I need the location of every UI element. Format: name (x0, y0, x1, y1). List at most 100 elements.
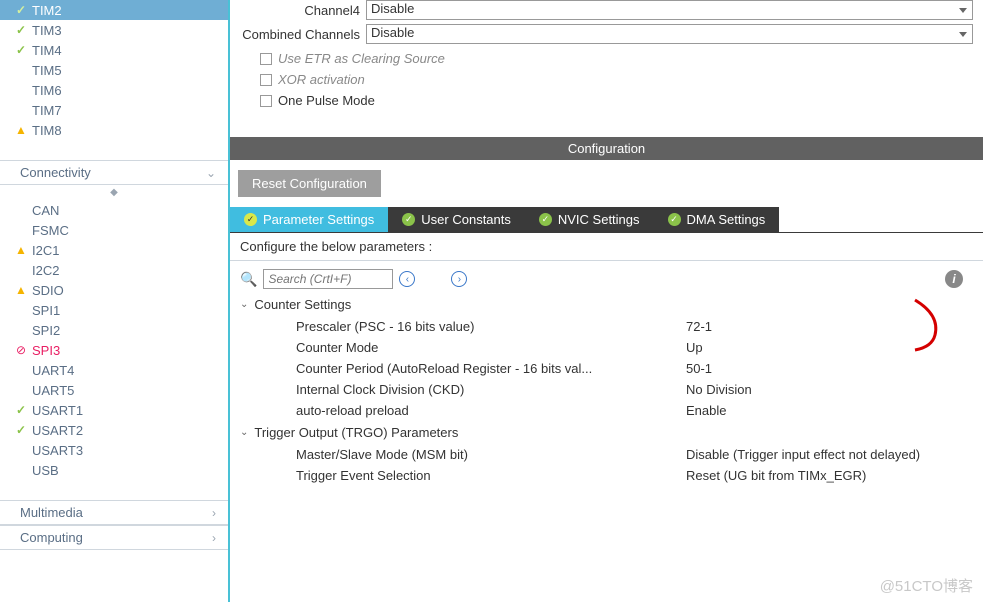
warn-icon: ▲ (14, 123, 28, 137)
tree-item-tim2[interactable]: ✓TIM2 (0, 0, 228, 20)
param-row[interactable]: Counter Period (AutoReload Register - 16… (240, 358, 973, 379)
tab-nvic-settings[interactable]: ✓NVIC Settings (525, 207, 654, 232)
chevron-down-icon: ⌄ (240, 427, 248, 438)
tree-item-usb[interactable]: USB (0, 460, 228, 480)
tree-item-can[interactable]: CAN (0, 200, 228, 220)
configure-hint: Configure the below parameters : (230, 233, 983, 261)
checkbox-icon[interactable] (260, 74, 272, 86)
tree-label: SDIO (32, 283, 64, 298)
tab-user-constants[interactable]: ✓User Constants (388, 207, 525, 232)
param-row[interactable]: Prescaler (PSC - 16 bits value)72-1 (240, 316, 973, 337)
tree-item-tim5[interactable]: TIM5 (0, 60, 228, 80)
sort-icon[interactable]: ◆ (0, 185, 228, 200)
tree-label: SPI2 (32, 323, 60, 338)
tree-label: USART1 (32, 403, 83, 418)
configuration-header: Configuration (230, 137, 983, 160)
tree-label: SPI3 (32, 343, 60, 358)
tree-label: TIM7 (32, 103, 62, 118)
checkbox-icon[interactable] (260, 95, 272, 107)
tree-item-sdio[interactable]: ▲ SDIO (0, 280, 228, 300)
param-value: Up (686, 340, 703, 355)
reset-configuration-button[interactable]: Reset Configuration (238, 170, 381, 197)
combined-select[interactable]: Disable (366, 24, 973, 44)
section-label: Multimedia (20, 505, 83, 520)
tree-label: SPI1 (32, 303, 60, 318)
group-counter-settings[interactable]: ⌄Counter Settings (240, 293, 973, 316)
tree-item-tim6[interactable]: TIM6 (0, 80, 228, 100)
tree-item-i2c1[interactable]: ▲I2C1 (0, 240, 228, 260)
tree-label: USART2 (32, 423, 83, 438)
param-name: Internal Clock Division (CKD) (296, 382, 686, 397)
info-icon[interactable]: i (945, 270, 963, 288)
mode-config-form: Channel4 Disable Combined Channels Disab… (230, 0, 983, 117)
tree-label: TIM8 (32, 123, 62, 138)
tree-item-uart4[interactable]: UART4 (0, 360, 228, 380)
tree-item-usart1[interactable]: ✓ USART1 (0, 400, 228, 420)
etr-label: Use ETR as Clearing Source (278, 51, 445, 66)
tree-item-uart5[interactable]: UART5 (0, 380, 228, 400)
tree-label: TIM3 (32, 23, 62, 38)
tree-label: UART5 (32, 383, 74, 398)
next-result-icon[interactable]: › (451, 271, 467, 287)
tree-item-spi3[interactable]: ⊘SPI3 (0, 340, 228, 360)
param-row[interactable]: Trigger Event SelectionReset (UG bit fro… (240, 465, 973, 486)
param-value: Reset (UG bit from TIMx_EGR) (686, 468, 866, 483)
tree-label: TIM4 (32, 43, 62, 58)
check-icon: ✓ (14, 23, 28, 37)
check-icon: ✓ (668, 213, 681, 226)
tree-item-spi2[interactable]: SPI2 (0, 320, 228, 340)
xor-label: XOR activation (278, 72, 365, 87)
check-icon: ✓ (14, 403, 28, 417)
tree-label: FSMC (32, 223, 69, 238)
tree-item-usart2[interactable]: ✓USART2 (0, 420, 228, 440)
config-tabs: ✓ Parameter Settings ✓User Constants ✓NVI… (230, 207, 983, 233)
channel4-label: Channel4 (240, 3, 366, 18)
tree-item-fsmc[interactable]: FSMC (0, 220, 228, 240)
section-connectivity[interactable]: Connectivity⌄ (0, 160, 228, 185)
parameters-area: ⌄Counter Settings Prescaler (PSC - 16 bi… (230, 293, 983, 486)
param-value: No Division (686, 382, 752, 397)
combined-row: Combined Channels Disable (240, 24, 973, 44)
param-name: Counter Period (AutoReload Register - 16… (296, 361, 686, 376)
tab-label: Parameter Settings (263, 212, 374, 227)
warn-icon: ▲ (14, 243, 28, 257)
section-computing[interactable]: Computing› (0, 525, 228, 550)
chevron-down-icon: ⌄ (240, 299, 248, 310)
tree-item-usart3[interactable]: USART3 (0, 440, 228, 460)
watermark: @51CTO博客 (880, 575, 973, 596)
xor-checkbox-row: XOR activation (240, 69, 973, 90)
param-row[interactable]: Master/Slave Mode (MSM bit)Disable (Trig… (240, 444, 973, 465)
check-icon: ✓ (402, 213, 415, 226)
checkbox-icon[interactable] (260, 53, 272, 65)
check-icon: ✓ (244, 213, 257, 226)
tree-item-i2c2[interactable]: I2C2 (0, 260, 228, 280)
section-label: Connectivity (20, 165, 91, 180)
search-input[interactable] (263, 269, 393, 289)
tree-label: USB (32, 463, 59, 478)
tab-dma-settings[interactable]: ✓DMA Settings (654, 207, 780, 232)
param-row[interactable]: Counter ModeUp (240, 337, 973, 358)
check-icon: ✓ (539, 213, 552, 226)
section-multimedia[interactable]: Multimedia› (0, 500, 228, 525)
channel4-select[interactable]: Disable (366, 0, 973, 20)
tree-item-tim4[interactable]: ✓ TIM4 (0, 40, 228, 60)
tree-item-spi1[interactable]: SPI1 (0, 300, 228, 320)
param-row[interactable]: auto-reload preloadEnable (240, 400, 973, 421)
check-icon: ✓ (14, 43, 28, 57)
prev-result-icon[interactable]: ‹ (399, 271, 415, 287)
warn-icon: ▲ (14, 283, 28, 297)
tree-item-tim7[interactable]: TIM7 (0, 100, 228, 120)
channel4-row: Channel4 Disable (240, 0, 973, 20)
tab-parameter-settings[interactable]: ✓ Parameter Settings (230, 207, 388, 232)
search-icon[interactable]: 🔍 (240, 271, 257, 288)
tree-item-tim8[interactable]: ▲ TIM8 (0, 120, 228, 140)
param-row[interactable]: Internal Clock Division (CKD)No Division (240, 379, 973, 400)
tree-item-tim3[interactable]: ✓ TIM3 (0, 20, 228, 40)
param-name: Counter Mode (296, 340, 686, 355)
check-icon: ✓ (14, 3, 28, 17)
sidebar: ✓TIM2 ✓ TIM3 ✓ TIM4 TIM5 TIM6 TIM7 ▲ TIM8 C… (0, 0, 230, 602)
param-name: Prescaler (PSC - 16 bits value) (296, 319, 686, 334)
tree-label: TIM6 (32, 83, 62, 98)
group-trigger-output[interactable]: ⌄Trigger Output (TRGO) Parameters (240, 421, 973, 444)
search-row: 🔍 ‹ › i (230, 261, 983, 293)
